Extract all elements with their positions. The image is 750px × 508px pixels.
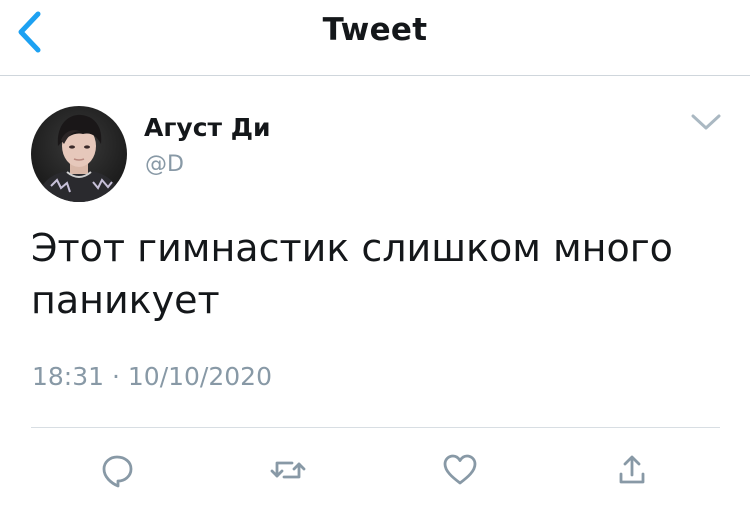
page-title: Tweet xyxy=(322,12,428,48)
avatar[interactable] xyxy=(31,106,127,202)
retweet-icon xyxy=(270,461,306,479)
retweet-button[interactable] xyxy=(268,450,308,490)
reply-icon xyxy=(102,455,133,488)
divider xyxy=(31,427,720,428)
tweet-menu-button[interactable] xyxy=(688,108,724,136)
share-icon xyxy=(619,455,645,484)
chevron-down-icon xyxy=(691,114,721,130)
like-button[interactable] xyxy=(440,450,480,490)
reply-button[interactable] xyxy=(97,450,137,490)
tweet-text: Этот гимнастик слишком много паникует xyxy=(31,226,673,322)
tweet-timestamp[interactable]: 18:31 · 10/10/2020 xyxy=(32,362,272,391)
navigation-bar: Tweet xyxy=(0,0,750,76)
like-icon xyxy=(443,454,477,485)
author-display-name[interactable]: Агуст Ди xyxy=(144,113,271,142)
share-button[interactable] xyxy=(612,450,652,490)
author-handle[interactable]: @D xyxy=(145,152,184,177)
avatar-image xyxy=(31,106,127,202)
